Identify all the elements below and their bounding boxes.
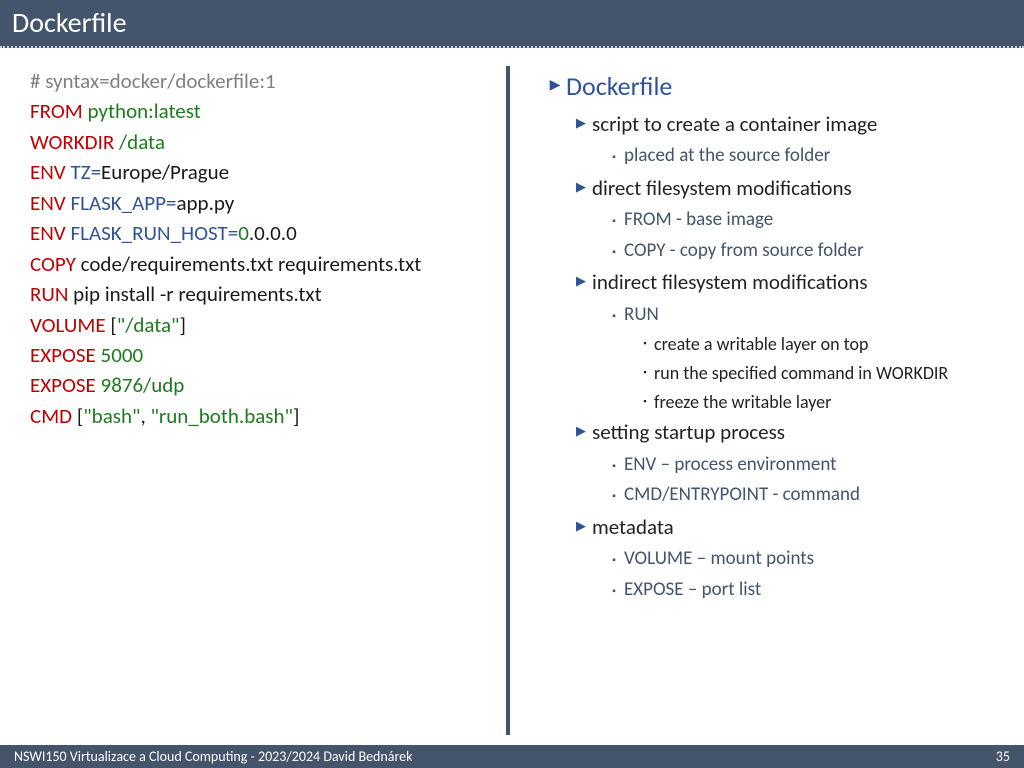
footer-text: NSWI150 Virtualizace a Cloud Computing -… <box>14 748 413 765</box>
outline-subsubitem: ▪create a writable layer on top <box>636 330 1004 359</box>
code-line: # syntax=docker/dockerfile:1 <box>30 66 490 96</box>
triangle-bullet-icon: ▶ <box>570 108 592 135</box>
square-bullet-icon: ▪ <box>604 450 624 474</box>
square-bullet-icon: ▪ <box>604 575 624 599</box>
page-number: 35 <box>996 748 1010 765</box>
code-block: # syntax=docker/dockerfile:1 FROM python… <box>10 66 502 735</box>
outline-subitem: ▪ENV – process environment <box>604 450 1004 480</box>
square-bullet-icon: ▪ <box>604 480 624 504</box>
outline-subitem: ▪FROM - base image <box>604 205 1004 235</box>
square-bullet-icon: ▪ <box>604 544 624 568</box>
code-line: EXPOSE 5000 <box>30 340 490 370</box>
square-bullet-icon: ▪ <box>636 330 654 351</box>
outline-subitem: ▪RUN <box>604 300 1004 330</box>
code-line: EXPOSE 9876/udp <box>30 370 490 400</box>
square-bullet-icon: ▪ <box>604 236 624 260</box>
column-divider <box>506 66 510 735</box>
triangle-bullet-icon: ▶ <box>570 416 592 443</box>
outline-item: ▶indirect filesystem modifications <box>570 266 1004 300</box>
code-line: ENV FLASK_APP=app.py <box>30 188 490 218</box>
triangle-bullet-icon: ▶ <box>570 172 592 199</box>
code-line: ENV TZ=Europe/Prague <box>30 157 490 187</box>
outline-subsubitem: ▪run the specified command in WORKDIR <box>636 359 1004 388</box>
outline-subitem: ▪COPY - copy from source folder <box>604 236 1004 266</box>
code-line: RUN pip install -r requirements.txt <box>30 279 490 309</box>
square-bullet-icon: ▪ <box>636 359 654 380</box>
square-bullet-icon: ▪ <box>604 141 624 165</box>
triangle-bullet-icon: ▶ <box>570 511 592 538</box>
code-line: ENV FLASK_RUN_HOST=0.0.0.0 <box>30 218 490 248</box>
outline-subitem: ▪EXPOSE – port list <box>604 575 1004 605</box>
code-line: COPY code/requirements.txt requirements.… <box>30 249 490 279</box>
outline-item: ▶script to create a container image <box>570 108 1004 142</box>
code-line: VOLUME ["/data"] <box>30 310 490 340</box>
code-line: CMD ["bash", "run_both.bash"] <box>30 401 490 431</box>
square-bullet-icon: ▪ <box>604 300 624 324</box>
outline-title-row: ▶ Dockerfile <box>544 66 1004 108</box>
slide-body: # syntax=docker/dockerfile:1 FROM python… <box>0 48 1024 745</box>
slide-title: Dockerfile <box>12 5 127 40</box>
triangle-bullet-icon: ▶ <box>544 66 566 96</box>
square-bullet-icon: ▪ <box>636 388 654 409</box>
outline-subitem: ▪CMD/ENTRYPOINT - command <box>604 480 1004 510</box>
code-line: WORKDIR /data <box>30 127 490 157</box>
outline-subitem: ▪VOLUME – mount points <box>604 544 1004 574</box>
square-bullet-icon: ▪ <box>604 205 624 229</box>
outline-item: ▶metadata <box>570 511 1004 545</box>
outline: ▶ Dockerfile ▶script to create a contain… <box>514 66 1014 735</box>
outline-subitem: ▪placed at the source folder <box>604 141 1004 171</box>
triangle-bullet-icon: ▶ <box>570 266 592 293</box>
outline-item: ▶direct filesystem modifications <box>570 172 1004 206</box>
outline-subsubitem: ▪freeze the writable layer <box>636 388 1004 417</box>
outline-item: ▶setting startup process <box>570 416 1004 450</box>
outline-title: Dockerfile <box>566 66 1004 108</box>
code-line: FROM python:latest <box>30 96 490 126</box>
slide-header: Dockerfile <box>0 0 1024 48</box>
slide-footer: NSWI150 Virtualizace a Cloud Computing -… <box>0 745 1024 768</box>
